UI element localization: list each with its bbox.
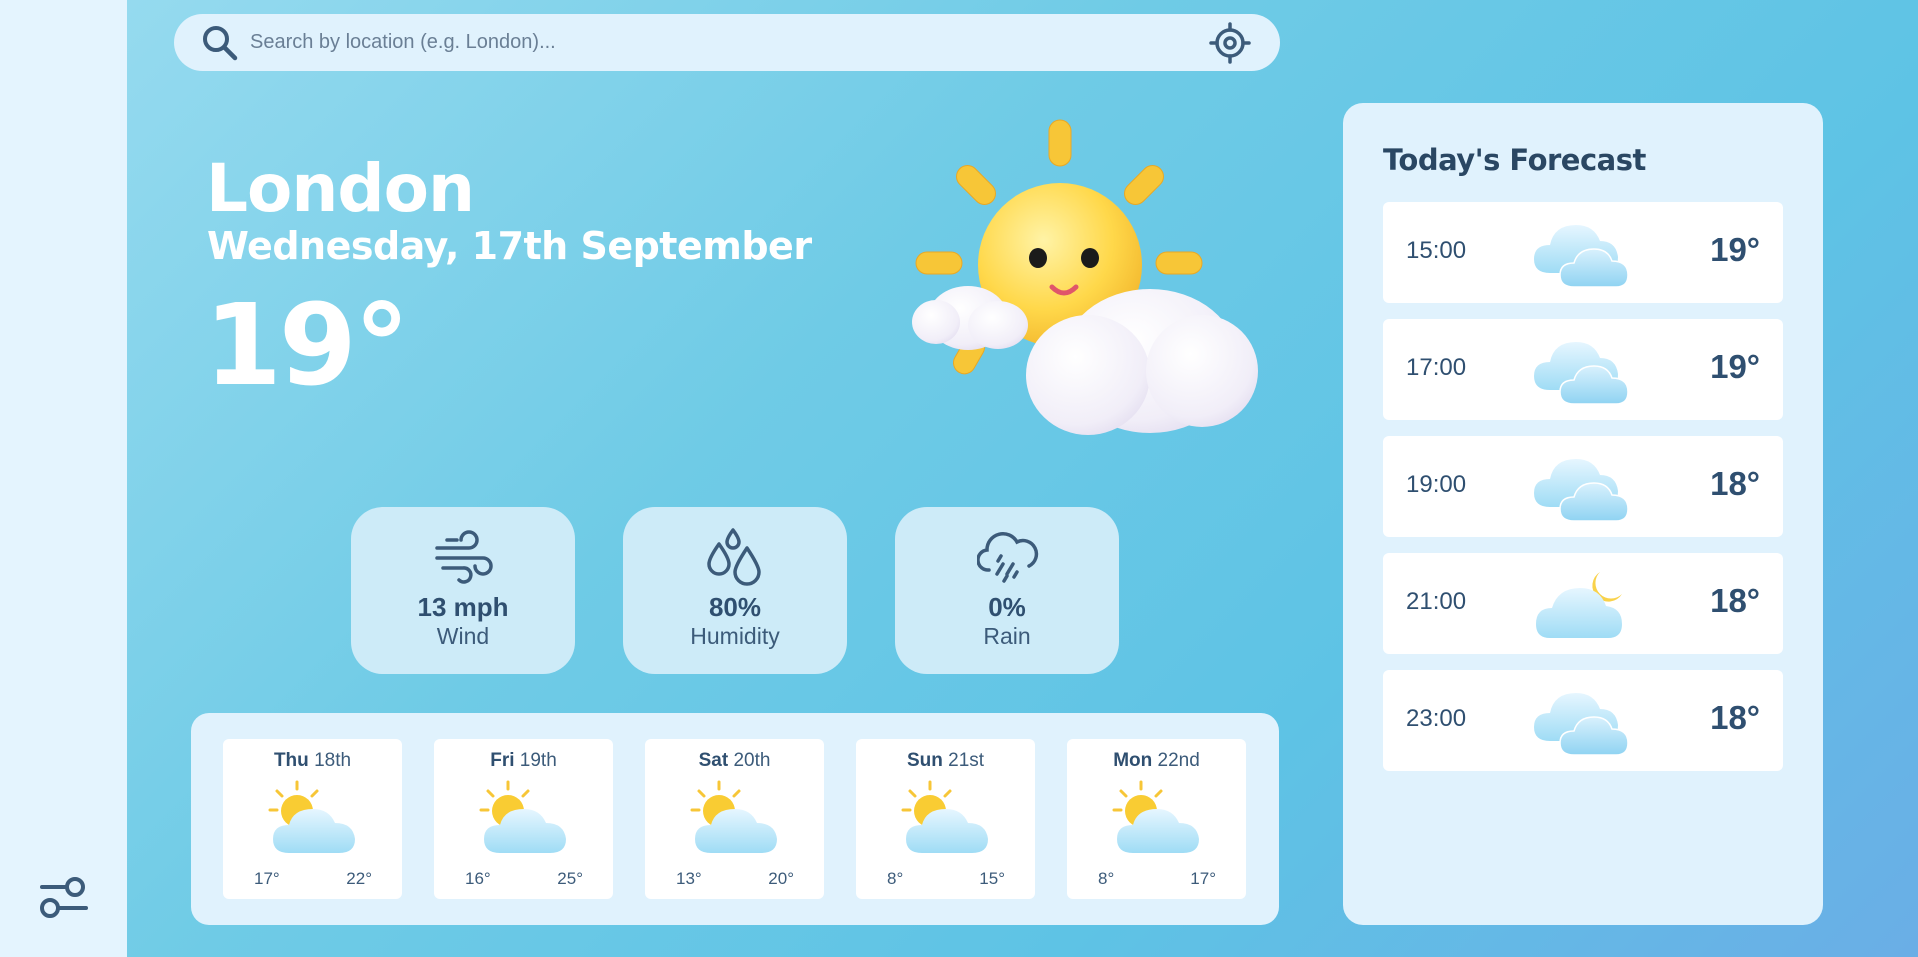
day-label: Thu 18th [223,750,402,772]
day-label: Sun 21st [856,750,1035,772]
day-date: 22nd [1157,750,1200,771]
weekly-forecast: Thu 18th 17° 22° Fri 19th 16° 25° Sat 20… [191,713,1279,925]
day-date: 19th [519,750,557,771]
sliders-icon [40,877,88,918]
rain-value: 0% [988,592,1026,622]
humidity-value: 80% [708,592,762,622]
day-high: 22° [346,869,372,888]
crosshair-location-icon[interactable] [1209,22,1251,64]
rain-icon [977,532,1039,583]
hour-row[interactable]: 23:00 18° [1383,670,1783,771]
hour-time: 19:00 [1406,471,1467,498]
day-card[interactable]: Thu 18th 17° 22° [223,739,402,899]
hour-row[interactable]: 21:00 18° [1383,553,1783,654]
wind-card: 13 mph Wind [351,507,575,674]
todays-forecast-panel: Today's Forecast 15:00 19° 17:00 19° 19:… [1343,103,1823,925]
cloudy-icon [1534,693,1629,756]
day-high: 15° [979,869,1005,888]
settings-sliders-button[interactable] [36,875,92,921]
day-low: 13° [676,869,702,888]
cloudy-icon [1534,342,1629,405]
partly-sunny-icon [901,780,988,853]
hour-temp: 18° [1710,582,1760,619]
humidity-icon [707,528,761,586]
day-label: Mon 22nd [1067,750,1246,772]
day-label: Fri 19th [434,750,613,772]
day-high: 25° [557,869,583,888]
hour-temp: 18° [1710,699,1760,736]
hour-row[interactable]: 19:00 18° [1383,436,1783,537]
wind-icon [435,530,493,584]
wind-value: 13 mph [417,592,509,622]
day-name: Sat [698,750,729,771]
wind-label: Wind [436,623,490,649]
day-date: 21st [948,750,985,771]
day-name: Sun [906,750,943,771]
partly-sunny-icon [479,780,566,853]
hour-time: 15:00 [1406,237,1467,264]
day-low: 8° [887,869,904,888]
day-low: 16° [465,869,491,888]
current-temperature: 19° [204,281,410,411]
partly-sunny-icon [1112,780,1199,853]
partly-sunny-icon [690,780,777,853]
hour-time: 17:00 [1406,354,1467,381]
rain-card: 0% Rain [895,507,1119,674]
day-date: 18th [314,750,352,771]
day-high: 17° [1190,869,1216,888]
day-low: 17° [254,869,280,888]
sun-behind-clouds-icon [912,119,1258,435]
hour-temp: 18° [1710,465,1760,502]
hour-row[interactable]: 17:00 19° [1383,319,1783,420]
day-card[interactable]: Sat 20th 13° 20° [645,739,824,899]
day-label: Sat 20th [645,750,824,772]
hour-temp: 19° [1710,348,1760,385]
city-name: London [206,150,475,227]
day-card[interactable]: Sun 21st 8° 15° [856,739,1035,899]
day-name: Mon [1113,750,1153,771]
search-bar [174,14,1280,71]
day-high: 20° [768,869,794,888]
hour-time: 23:00 [1406,705,1467,732]
day-card[interactable]: Mon 22nd 8° 17° [1067,739,1246,899]
day-card[interactable]: Fri 19th 16° 25° [434,739,613,899]
rain-label: Rain [983,623,1031,649]
current-date: Wednesday, 17th September [207,224,812,268]
hour-temp: 19° [1710,231,1760,268]
forecast-title: Today's Forecast [1383,143,1646,177]
day-low: 8° [1098,869,1115,888]
sidebar [0,0,127,957]
day-date: 20th [733,750,771,771]
hour-time: 21:00 [1406,588,1467,615]
search-icon[interactable] [200,23,240,63]
cloudy-icon [1534,459,1629,522]
night-cloudy-icon [1536,572,1622,638]
day-name: Fri [490,750,515,771]
partly-sunny-icon [268,780,355,853]
humidity-label: Humidity [690,623,780,649]
hour-row[interactable]: 15:00 19° [1383,202,1783,303]
humidity-card: 80% Humidity [623,507,847,674]
day-name: Thu [273,750,309,771]
search-input[interactable] [250,22,1150,62]
cloudy-icon [1534,225,1629,288]
